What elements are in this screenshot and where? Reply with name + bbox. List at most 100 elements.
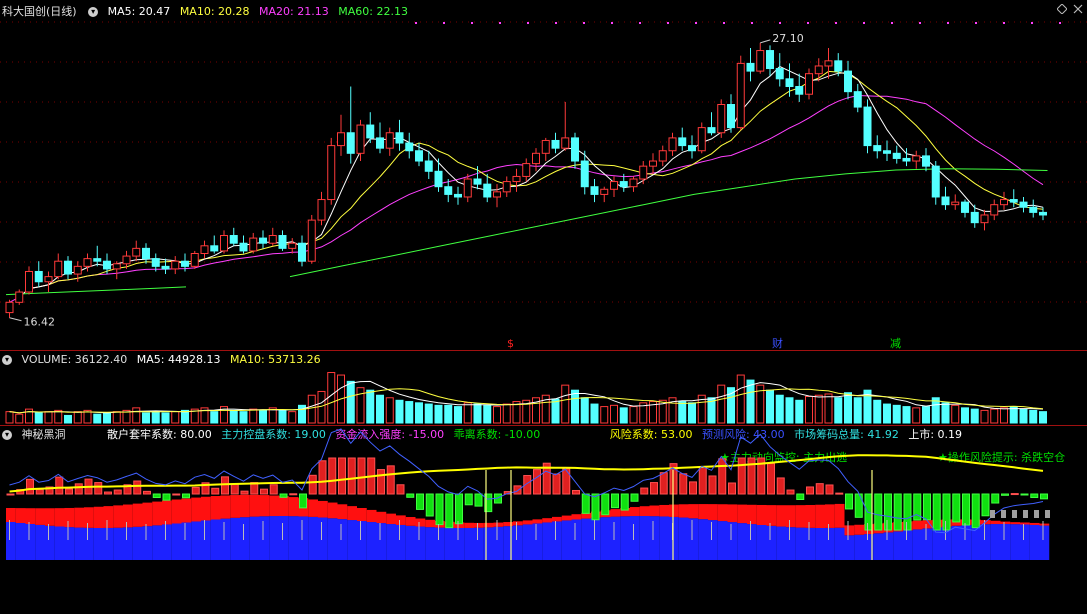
- top-dot: [555, 22, 557, 24]
- indicator-blue-area: [786, 527, 796, 560]
- indicator-bar-up: [172, 493, 181, 496]
- top-dot: [527, 22, 529, 24]
- volume-bar-up: [112, 411, 121, 424]
- indicator-blue-area: [337, 519, 348, 560]
- indicator-red-area: [337, 504, 348, 520]
- chart-canvas[interactable]: 27.10 16.42 $ 财 减: [0, 0, 1087, 614]
- indicator-bar-down: [796, 493, 805, 500]
- candle-down: [434, 170, 443, 188]
- indicator-blue-area: [249, 516, 260, 560]
- indicator-blue-area: [25, 524, 36, 560]
- indicator-blue-area: [435, 527, 445, 560]
- indicator-bar-up: [35, 489, 44, 495]
- indicator-blue-area: [522, 524, 533, 560]
- indicator-red-area: [630, 507, 640, 517]
- volume-bar-up: [561, 384, 570, 424]
- candle-down: [181, 260, 189, 267]
- volume-bar-up: [814, 394, 823, 424]
- candle-down: [278, 235, 287, 249]
- indicator-red-area: [279, 496, 289, 517]
- indicator-red-area: [142, 502, 153, 527]
- indicator-gray-mark: [1023, 510, 1028, 518]
- candle-down: [678, 137, 687, 147]
- indicator-bar-down: [884, 493, 892, 531]
- indicator-blue-area: [366, 522, 377, 560]
- indicator-bar-up: [737, 457, 746, 495]
- candle-down: [688, 145, 696, 152]
- indicator-red-area: [425, 519, 435, 528]
- candle-up: [824, 60, 833, 67]
- candle-down: [892, 152, 901, 159]
- indicator-red-area: [220, 495, 231, 519]
- indicator-blue-area: [191, 521, 201, 560]
- volume-bar-down: [853, 397, 862, 424]
- indicator-red-area: [1010, 522, 1020, 525]
- indicator-blue-area: [74, 527, 84, 560]
- indicator-blue-area: [45, 525, 55, 560]
- indicator-red-area: [240, 494, 250, 518]
- indicator-blue-area: [113, 527, 123, 560]
- ma20-line: [9, 94, 1044, 303]
- indicator-bar-down: [581, 493, 590, 514]
- indicator-bar-up: [347, 457, 356, 495]
- candle-up: [990, 204, 999, 216]
- volume-bar-down: [970, 408, 979, 424]
- candle-down: [1019, 201, 1028, 208]
- indicator-bar-up: [318, 460, 327, 495]
- indicator-red-area: [717, 504, 728, 522]
- candle-down: [785, 78, 794, 88]
- indicator-blue-area: [893, 531, 903, 560]
- indicator-gray-mark: [1001, 510, 1006, 518]
- candle-up: [463, 178, 472, 198]
- candle-up: [307, 219, 316, 262]
- indicator-blue-area: [425, 527, 435, 560]
- indicator-bar-up: [698, 466, 707, 495]
- indicator-blue-area: [698, 519, 708, 560]
- indicator-red-area: [737, 504, 747, 524]
- candle-down: [844, 70, 852, 93]
- candle-down: [961, 201, 969, 213]
- indicator-red-area: [171, 499, 182, 524]
- indicator-bar-up: [728, 482, 736, 495]
- candle-down: [834, 60, 843, 72]
- indicator-red-area: [347, 506, 357, 521]
- candle-down: [346, 132, 355, 154]
- low-pointer: [9, 317, 22, 322]
- volume-bar-up: [736, 374, 745, 424]
- volume-bar-down: [1029, 409, 1038, 424]
- volume-bar-down: [746, 379, 755, 424]
- candle-down: [210, 245, 219, 252]
- candle-down: [727, 104, 735, 129]
- indicator-red-area: [74, 507, 84, 528]
- volume-bar-down: [941, 402, 950, 424]
- candle-up: [561, 137, 570, 149]
- candle-down: [970, 211, 979, 224]
- candle-down: [473, 178, 482, 185]
- indicator-blue-area: [581, 518, 591, 560]
- top-dot: [639, 22, 641, 24]
- indicator-bar-up: [328, 457, 337, 495]
- volume-bar-down: [619, 407, 628, 424]
- indicator-blue-area: [103, 527, 114, 560]
- indicator-blue-area: [152, 525, 162, 560]
- indicator-red-area: [15, 508, 26, 524]
- top-dot: [695, 22, 697, 24]
- indicator-bar-down: [464, 493, 473, 506]
- indicator-blue-area: [405, 525, 416, 560]
- candle-up: [54, 260, 63, 278]
- volume-bar-down: [883, 403, 891, 424]
- indicator-red-area: [610, 509, 621, 517]
- candle-down: [366, 124, 375, 139]
- indicator-red-area: [1020, 522, 1030, 525]
- candle-down: [1039, 211, 1047, 216]
- indicator-bar-down: [416, 493, 424, 510]
- candle-up: [288, 242, 297, 249]
- indicator-blue-area: [756, 525, 767, 560]
- indicator-red-area: [513, 521, 523, 526]
- indicator-blue-area: [688, 518, 699, 560]
- volume-bar-down: [922, 406, 930, 424]
- indicator-blue-area: [552, 521, 562, 560]
- volume-bar-down: [93, 413, 102, 424]
- volume-bar-up: [1000, 407, 1008, 424]
- indicator-bar-down: [1030, 493, 1039, 499]
